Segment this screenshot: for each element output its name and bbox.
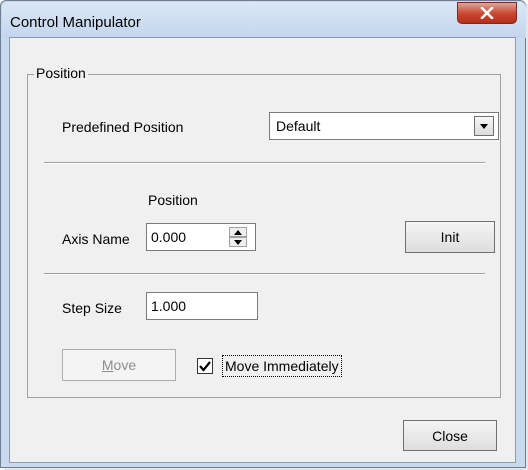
move-button-label: ove bbox=[113, 357, 137, 373]
checkmark-icon bbox=[199, 360, 211, 372]
spin-down-icon bbox=[234, 239, 242, 245]
spin-up-icon bbox=[234, 229, 242, 235]
step-size-input[interactable]: 1.000 bbox=[146, 292, 258, 320]
spin-down-button[interactable] bbox=[229, 237, 247, 247]
separator-top bbox=[44, 162, 485, 164]
predefined-position-dropdown[interactable]: Default bbox=[269, 112, 499, 140]
dropdown-arrow-icon bbox=[480, 123, 488, 129]
axis-position-value: 0.000 bbox=[151, 229, 187, 245]
step-size-label: Step Size bbox=[62, 300, 122, 316]
position-group-label: Position bbox=[34, 64, 88, 82]
init-button[interactable]: Init bbox=[405, 221, 495, 253]
move-button[interactable]: Move bbox=[62, 349, 176, 381]
window-title: Control Manipulator bbox=[10, 14, 141, 31]
position-column-header: Position bbox=[148, 192, 198, 208]
separator-bottom bbox=[44, 273, 485, 275]
move-immediately-checkbox[interactable] bbox=[197, 358, 213, 374]
spin-up-button[interactable] bbox=[229, 227, 247, 237]
title-bar[interactable]: Control Manipulator bbox=[2, 2, 526, 38]
move-button-mnemonic: M bbox=[101, 357, 114, 373]
close-button[interactable]: Close bbox=[403, 420, 497, 451]
dropdown-arrow-button[interactable] bbox=[474, 116, 494, 136]
step-size-value: 1.000 bbox=[151, 298, 187, 314]
move-immediately-label[interactable]: Move Immediately bbox=[222, 355, 342, 377]
predefined-position-label: Predefined Position bbox=[62, 119, 184, 135]
axis-name-label: Axis Name bbox=[62, 231, 130, 247]
close-icon bbox=[480, 7, 494, 19]
window-close-button[interactable] bbox=[457, 2, 517, 24]
predefined-position-value: Default bbox=[276, 118, 321, 134]
axis-position-spinbox[interactable]: 0.000 bbox=[146, 223, 256, 251]
